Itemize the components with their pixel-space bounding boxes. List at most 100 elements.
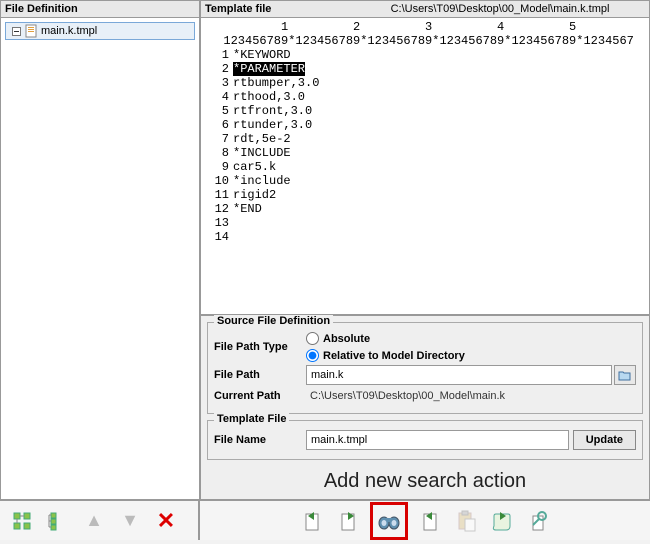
current-path-value: C:\Users\T09\Desktop\00_Model\main.k [306,388,636,404]
close-icon: ✕ [157,508,175,534]
search-action-button[interactable] [370,502,408,540]
line-text: rigid2 [233,188,276,202]
current-path-label: Current Path [214,390,306,402]
line-number: 4 [201,90,233,104]
line-text: *INCLUDE [233,146,291,160]
tree-expand-button[interactable] [8,507,36,535]
ruler-tens: 1 2 3 4 5 [201,20,649,34]
right-panel: Template file C:\Users\T09\Desktop\00_Mo… [201,1,649,499]
file-icon [25,24,37,38]
line-number: 9 [201,160,233,174]
paste-button[interactable] [452,507,480,535]
tree-expand-icon [12,511,32,531]
code-line[interactable]: 5rtfront,3.0 [201,104,649,118]
code-line[interactable]: 12*END [201,202,649,216]
help-text: Add new search action [205,466,645,495]
code-line[interactable]: 6rtunder,3.0 [201,118,649,132]
line-text: rthood,3.0 [233,90,305,104]
bottom-toolbar: ▲ ▼ ✕ [0,500,650,540]
radio-absolute-input[interactable] [306,332,319,345]
line-number: 13 [201,216,233,230]
line-text: car5.k [233,160,276,174]
move-down-button[interactable]: ▼ [116,507,144,535]
code-line[interactable]: 9car5.k [201,160,649,174]
script-button[interactable] [488,507,516,535]
source-file-group: Source File Definition File Path Type Ab… [207,322,643,414]
radio-relative[interactable]: Relative to Model Directory [306,349,465,362]
doc-add-button[interactable] [416,507,444,535]
file-path-type-label: File Path Type [214,341,306,353]
file-definition-panel: File Definition main.k.tmpl [1,1,201,499]
file-name-input[interactable] [306,430,569,450]
code-line[interactable]: 1*KEYWORD [201,48,649,62]
move-up-button[interactable]: ▲ [80,507,108,535]
line-number: 1 [201,48,233,62]
doc-forward-icon [336,510,360,532]
file-name-label: File Name [214,434,306,446]
update-button[interactable]: Update [573,430,636,450]
line-number: 12 [201,202,233,216]
tree-collapse-button[interactable] [44,507,72,535]
line-number: 10 [201,174,233,188]
arrow-down-icon: ▼ [121,510,139,531]
code-line[interactable]: 3rtbumper,3.0 [201,76,649,90]
line-number: 6 [201,118,233,132]
line-text: *KEYWORD [233,48,291,62]
code-line[interactable]: 7rdt,5e-2 [201,132,649,146]
radio-relative-input[interactable] [306,349,319,362]
code-line[interactable]: 11rigid2 [201,188,649,202]
file-path-label: File Path [214,369,306,381]
line-text: *PARAMETER [233,62,305,76]
wrench-icon [527,510,549,532]
template-file-group: Template File File Name Update [207,420,643,460]
line-text: rtunder,3.0 [233,118,312,132]
radio-relative-label: Relative to Model Directory [323,350,465,362]
ruler-ones: 123456789*123456789*123456789*123456789*… [201,34,649,48]
code-line[interactable]: 8*INCLUDE [201,146,649,160]
line-number: 3 [201,76,233,90]
minus-icon [12,27,21,36]
code-line[interactable]: 2*PARAMETER [201,62,649,76]
line-number: 7 [201,132,233,146]
file-tree: main.k.tmpl [1,18,199,499]
arrow-up-icon: ▲ [85,510,103,531]
code-line[interactable]: 13 [201,216,649,230]
config-button[interactable] [524,507,552,535]
doc-back-icon [300,510,324,532]
source-file-legend: Source File Definition [214,315,333,327]
browse-button[interactable] [614,365,636,385]
template-header: Template file C:\Users\T09\Desktop\00_Mo… [201,1,649,18]
delete-button[interactable]: ✕ [152,507,180,535]
binoculars-icon [376,510,402,532]
folder-open-icon [618,369,632,381]
file-definition-title: File Definition [1,1,199,18]
line-text: rdt,5e-2 [233,132,291,146]
file-path-input[interactable] [306,365,612,385]
line-number: 5 [201,104,233,118]
line-number: 11 [201,188,233,202]
script-icon [490,510,514,532]
line-text: rtfront,3.0 [233,104,312,118]
line-text: *END [233,202,262,216]
tree-item-main[interactable]: main.k.tmpl [5,22,195,40]
radio-absolute-label: Absolute [323,333,370,345]
line-number: 14 [201,230,233,244]
line-number: 8 [201,146,233,160]
tree-item-label: main.k.tmpl [41,25,97,37]
radio-absolute[interactable]: Absolute [306,332,465,345]
tree-collapse-icon [48,511,68,531]
doc-back-button[interactable] [298,507,326,535]
code-line[interactable]: 14 [201,230,649,244]
line-number: 2 [201,62,233,76]
line-text: rtbumper,3.0 [233,76,319,90]
template-file-label: Template file [201,1,351,17]
source-file-definition: Source File Definition File Path Type Ab… [201,314,649,499]
doc-add-icon [418,510,442,532]
code-line[interactable]: 4rthood,3.0 [201,90,649,104]
clipboard-icon [455,510,477,532]
template-file-path: C:\Users\T09\Desktop\00_Model\main.k.tmp… [351,1,649,17]
code-line[interactable]: 10*include [201,174,649,188]
doc-forward-button[interactable] [334,507,362,535]
template-file-legend: Template File [214,413,289,425]
code-editor[interactable]: 1 2 3 4 5 123456789*123456789*123456789*… [201,18,649,314]
